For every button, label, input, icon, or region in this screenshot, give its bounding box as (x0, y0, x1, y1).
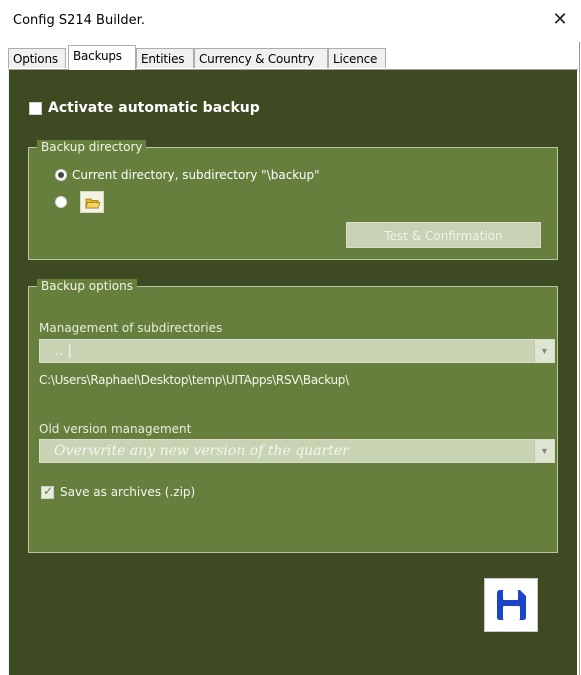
backup-options-group: Backup options Management of subdirector… (28, 279, 558, 553)
backup-directory-legend: Backup directory (37, 140, 147, 154)
close-icon[interactable]: ✕ (545, 6, 575, 34)
old-version-dropdown[interactable]: Overwrite any new version of the quarter… (39, 439, 555, 463)
save-archives-label: Save as archives (.zip) (60, 485, 196, 499)
window-title: Config S214 Builder. (13, 13, 145, 28)
folder-open-icon (85, 198, 101, 209)
radio-current-directory[interactable] (55, 169, 67, 181)
tab-options[interactable]: Options (8, 48, 66, 68)
radio-current-directory-row[interactable]: Current directory, subdirectory "\backup… (55, 168, 320, 182)
backup-directory-group: Backup directory Current directory, subd… (28, 140, 558, 260)
subdirectories-dropdown-value: .. | (54, 343, 73, 359)
config-window: Config S214 Builder. ✕ Options Backups E… (0, 0, 580, 675)
browse-folder-button[interactable] (80, 191, 104, 213)
old-version-dropdown-value: Overwrite any new version of the quarter (54, 443, 349, 459)
save-button[interactable] (484, 578, 538, 632)
old-version-label: Old version management (39, 422, 192, 436)
radio-custom-directory-row[interactable] (55, 191, 104, 213)
radio-current-directory-label: Current directory, subdirectory "\backup… (72, 168, 320, 182)
tab-strip: Options Backups Entities Currency & Coun… (8, 45, 578, 70)
activate-backup-checkbox[interactable] (29, 101, 42, 115)
chevron-down-icon[interactable]: ▼ (534, 440, 554, 462)
backup-options-legend: Backup options (37, 279, 137, 293)
test-confirmation-button[interactable]: Test & Confirmation (346, 222, 541, 248)
save-archives-checkbox[interactable] (41, 484, 54, 499)
tab-currency-country[interactable]: Currency & Country (194, 48, 328, 68)
backups-panel: Activate automatic backup Backup directo… (8, 70, 578, 675)
floppy-disk-icon (497, 590, 526, 620)
title-bar: Config S214 Builder. ✕ (0, 0, 580, 42)
activate-backup-label: Activate automatic backup (48, 100, 260, 116)
backup-path-text: C:\Users\Raphael\Desktop\temp\UITApps\RS… (39, 373, 349, 387)
subdirectories-label: Management of subdirectories (39, 321, 223, 335)
save-archives-row[interactable]: Save as archives (.zip) (41, 484, 196, 499)
tab-licence[interactable]: Licence (328, 48, 386, 68)
radio-custom-directory[interactable] (55, 196, 67, 208)
activate-backup-row[interactable]: Activate automatic backup (29, 100, 260, 116)
tab-backups[interactable]: Backups (68, 45, 136, 70)
tab-entities[interactable]: Entities (136, 48, 194, 68)
subdirectories-dropdown[interactable]: .. | ▼ (39, 339, 555, 363)
chevron-down-icon[interactable]: ▼ (534, 340, 554, 362)
